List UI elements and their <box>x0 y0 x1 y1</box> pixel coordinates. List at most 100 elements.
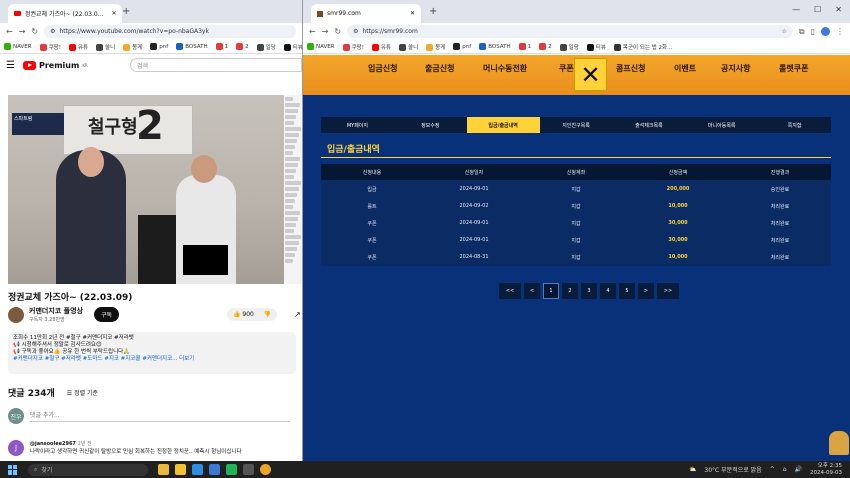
page-button[interactable]: << <box>499 283 521 299</box>
mypage-tab[interactable]: 쪽지함 <box>758 117 831 133</box>
weather-text[interactable]: 30°C 부분적으로 맑음 <box>704 465 761 474</box>
bookmark-item[interactable]: BOSATH <box>479 43 511 50</box>
bookmark-item[interactable]: 몽게 <box>426 43 445 51</box>
nav-item[interactable]: 머니수동전환 <box>483 63 527 74</box>
bookmark-item[interactable]: NAVER <box>307 43 335 50</box>
mypage-tab[interactable]: 입금/출금내역 <box>466 117 540 133</box>
page-button[interactable]: 3 <box>581 283 597 299</box>
sticky-notes-icon[interactable] <box>175 464 186 475</box>
app-n-icon[interactable] <box>226 464 237 475</box>
description-box[interactable]: 조회수 11만회 2년 전 #철구 #커맨더지코 #저라뱃 📢 시청해주셔서 정… <box>8 332 296 374</box>
mascot-icon[interactable] <box>829 431 849 455</box>
nav-item[interactable]: 쿠폰 <box>559 63 574 74</box>
forward-right-icon[interactable]: → <box>322 27 329 36</box>
bookmark-item[interactable]: pnf <box>150 43 168 50</box>
mypage-tab[interactable]: 출석체크목록 <box>612 117 685 133</box>
back-icon[interactable]: ← <box>6 27 13 36</box>
tray-chevron-icon[interactable]: ^ <box>770 466 775 473</box>
tab-smr99[interactable]: smr99.com ✕ <box>311 4 421 23</box>
nav-item[interactable]: 공지사항 <box>721 63 750 74</box>
weather-icon[interactable]: ⛅ <box>689 466 696 473</box>
mypage-tab[interactable]: 지인친구목록 <box>540 117 613 133</box>
more-menu-icon[interactable]: ⋮ <box>836 27 844 36</box>
commenter-avatar[interactable]: J <box>8 440 24 456</box>
mypage-tab[interactable]: 마니아등목록 <box>685 117 758 133</box>
bookmark-item[interactable]: 일당 <box>559 43 579 51</box>
bookmark-item[interactable]: pnf <box>453 43 471 50</box>
bookmark-item[interactable]: 쿠팡! <box>342 43 364 51</box>
bookmark-item[interactable]: 1 <box>215 43 228 50</box>
network-icon[interactable]: ⌂ <box>783 466 787 473</box>
sidepanel-icon[interactable]: ▯ <box>811 27 815 36</box>
desc-tags[interactable]: #커맨더지코 #철구 #저라뱃 #도마드 #지코 #지코콜 #커맨더지코... … <box>13 356 291 363</box>
channel-avatar[interactable] <box>8 306 24 323</box>
bookmark-item[interactable]: 유튜 <box>371 43 391 51</box>
bookmark-item[interactable]: BOSATH <box>176 43 208 50</box>
forward-icon[interactable]: → <box>19 27 26 36</box>
add-comment-input[interactable]: 댓글 추가... <box>30 410 290 422</box>
chrome-icon[interactable] <box>260 464 271 475</box>
page-button[interactable]: >> <box>657 283 679 299</box>
mypage-tab[interactable]: 정보수정 <box>394 117 467 133</box>
bookmark-item[interactable]: 쏠니 <box>96 43 115 51</box>
bookmark-item[interactable]: 티뷰 <box>283 43 302 51</box>
bookmark-item[interactable]: NAVER <box>4 43 32 50</box>
bookmark-item[interactable]: 쏠니 <box>399 43 418 51</box>
windows-start-icon[interactable] <box>8 464 18 475</box>
menu-icon[interactable]: ☰ <box>6 60 15 71</box>
site-info-right-icon[interactable]: ⚙ <box>353 28 358 35</box>
like-button[interactable]: 👍 900 <box>233 311 254 318</box>
page-button[interactable]: 5 <box>619 283 635 299</box>
nav-item[interactable]: 출금신청 <box>425 63 454 74</box>
commenter-handle[interactable]: @jansoolee2967 2년 전 <box>30 440 242 447</box>
subscribe-button[interactable]: 구독 <box>93 307 120 322</box>
nav-item[interactable]: 콤프신청 <box>616 63 645 74</box>
channel-name[interactable]: 커맨더지코 풀영상 <box>29 306 83 316</box>
page-button[interactable]: 2 <box>562 283 578 299</box>
site-info-icon[interactable]: ⚙ <box>50 28 55 35</box>
bookmark-item[interactable]: 쿠팡! <box>39 43 61 51</box>
url-field-right[interactable]: ⚙ https://smr99.com ☆ <box>347 25 793 38</box>
bookmark-item[interactable]: 유튜 <box>68 43 88 51</box>
bookmark-item[interactable]: 2 <box>236 43 249 50</box>
page-button[interactable]: 1 <box>543 283 559 299</box>
back-right-icon[interactable]: ← <box>309 27 316 36</box>
close-window-icon[interactable]: ✕ <box>835 5 842 14</box>
page-button[interactable]: > <box>638 283 654 299</box>
minimize-icon[interactable]: — <box>792 5 800 14</box>
profile-icon[interactable] <box>821 27 830 36</box>
video-player[interactable]: 철구형 2 스파트림 <box>8 95 284 284</box>
app-icon[interactable] <box>243 464 254 475</box>
new-tab-button[interactable]: + <box>122 6 130 17</box>
sort-button[interactable]: ☰ 정렬 기준 <box>67 388 98 397</box>
new-tab-right-button[interactable]: + <box>429 6 437 17</box>
nav-item[interactable]: 롤렛쿠폰 <box>779 63 808 74</box>
extensions-icon[interactable]: ⧉ <box>799 27 805 37</box>
tab-youtube[interactable]: 정권교체 가즈아~ (22.03.0... ✕ <box>8 4 123 23</box>
youtube-logo[interactable]: Premium KR <box>22 60 88 70</box>
maximize-icon[interactable]: ☐ <box>814 5 821 14</box>
page-button[interactable]: < <box>524 283 540 299</box>
close-tab-right-icon[interactable]: ✕ <box>410 10 415 17</box>
nav-item[interactable]: 이벤트 <box>674 63 696 74</box>
close-tab-icon[interactable]: ✕ <box>111 10 116 17</box>
bookmark-item[interactable]: 일당 <box>256 43 276 51</box>
bookmark-item[interactable]: 몽게 <box>123 43 142 51</box>
reload-icon[interactable]: ↻ <box>31 27 38 36</box>
clock[interactable]: 오후 2:35 2024-09-03 <box>810 463 842 477</box>
url-field[interactable]: ⚙ https://www.youtube.com/watch?v=po-nba… <box>44 25 296 38</box>
bookmark-item[interactable]: 티뷰 <box>586 43 606 51</box>
edge-icon[interactable] <box>192 464 203 475</box>
reload-right-icon[interactable]: ↻ <box>334 27 341 36</box>
bookmark-item[interactable]: 목군이 되는 법 2화... <box>613 43 672 51</box>
store-icon[interactable] <box>209 464 220 475</box>
mypage-tab[interactable]: MY페이지 <box>321 117 394 133</box>
taskbar-search[interactable]: ⌕ 찾기 <box>28 463 148 476</box>
bookmark-item[interactable]: 1 <box>518 43 531 50</box>
page-button[interactable]: 4 <box>600 283 616 299</box>
bookmark-item[interactable]: 2 <box>539 43 552 50</box>
nav-item[interactable]: 입금신청 <box>368 63 397 74</box>
star-icon[interactable]: ☆ <box>781 28 786 35</box>
volume-icon[interactable]: 🔊 <box>795 466 802 473</box>
share-icon[interactable]: ↗ <box>294 310 301 319</box>
